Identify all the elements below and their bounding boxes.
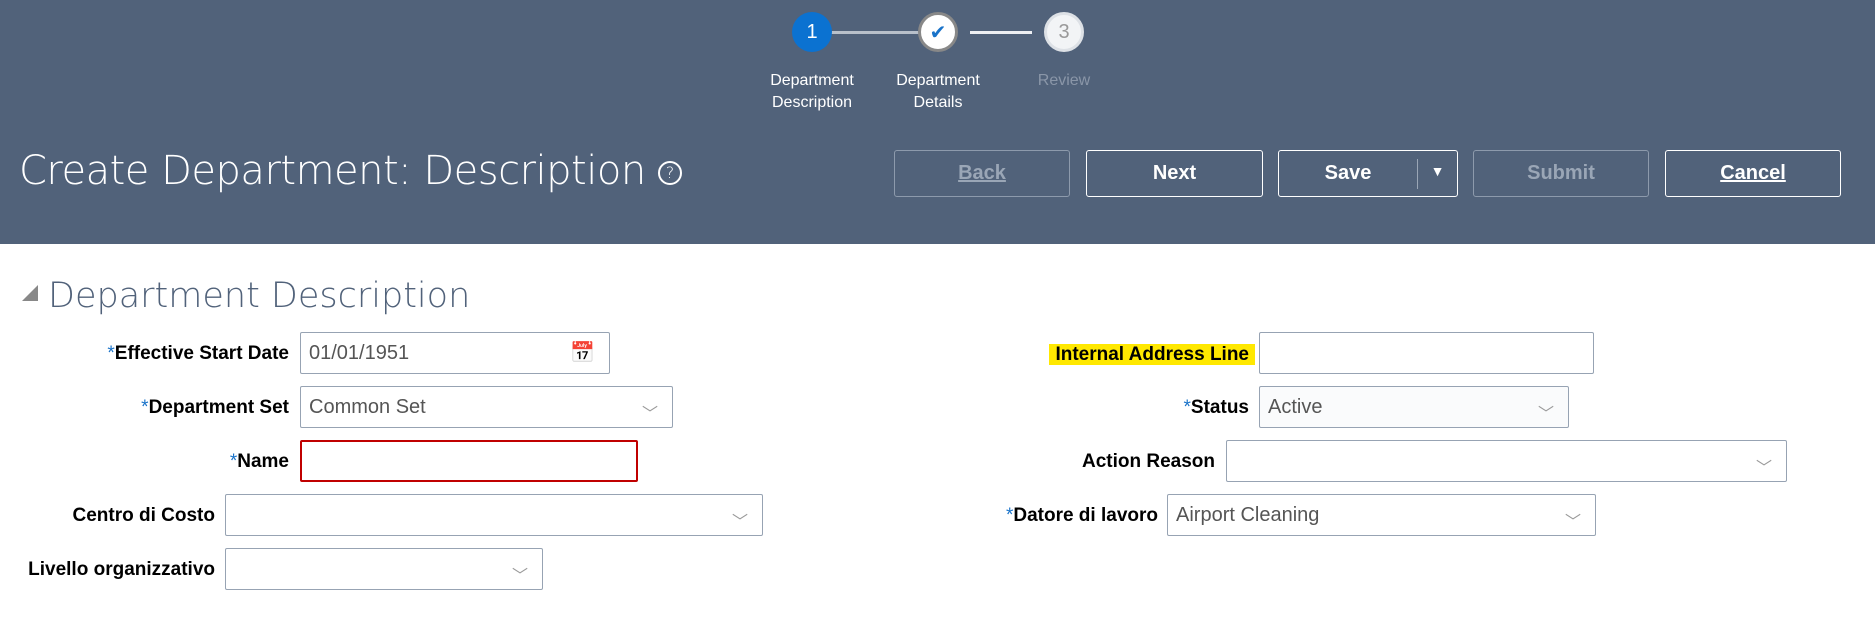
train-step-label[interactable]: Department Description — [752, 70, 872, 114]
chevron-down-icon: ﹀ — [1537, 406, 1554, 423]
save-split-button[interactable]: Save ▼ — [1278, 150, 1458, 197]
centro-di-costo-select[interactable]: ﹀ — [225, 494, 763, 536]
cancel-label: Cancel — [1720, 162, 1786, 184]
train-step-1[interactable]: 1 — [792, 12, 832, 52]
train-step-label: Review — [1037, 72, 1091, 89]
name-input[interactable] — [300, 440, 638, 482]
action-reason-select[interactable]: ﹀ — [1226, 440, 1787, 482]
datore-di-lavoro-select[interactable]: Airport Cleaning ﹀ — [1167, 494, 1596, 536]
internal-address-line-label: Internal Address Line — [1049, 335, 1255, 375]
internal-address-line-input[interactable] — [1259, 332, 1594, 374]
page-title-text: Create Department: Description — [19, 148, 646, 194]
section-title: Department Description — [48, 276, 471, 316]
back-label: Back — [958, 162, 1006, 184]
department-set-label: *Department Set — [141, 397, 289, 418]
train-connector — [830, 31, 922, 34]
chevron-down-icon: ﹀ — [641, 406, 658, 423]
train-step-2-check-icon[interactable]: ✔ — [918, 12, 958, 52]
save-menu-chevron-down-icon[interactable]: ▼ — [1417, 158, 1457, 189]
page-header: 1 ✔ 3 Department Description Department … — [0, 0, 1875, 244]
status-label: *Status — [1183, 397, 1249, 418]
name-label: *Name — [229, 451, 289, 472]
effective-start-date-input[interactable]: 01/01/1951 📅 — [300, 332, 610, 374]
chevron-down-icon: ﹀ — [1564, 514, 1581, 531]
collapse-triangle-icon[interactable] — [22, 285, 38, 301]
save-button[interactable]: Save — [1279, 162, 1417, 185]
chevron-down-icon: ﹀ — [511, 568, 528, 585]
calendar-icon[interactable]: 📅 — [570, 333, 595, 373]
cancel-button[interactable]: Cancel — [1665, 150, 1841, 197]
centro-di-costo-label: Centro di Costo — [72, 505, 216, 526]
livello-organizzativo-label: Livello organizzativo — [28, 559, 215, 580]
back-button[interactable]: Back — [894, 150, 1070, 197]
department-set-select[interactable]: Common Set ﹀ — [300, 386, 673, 428]
action-reason-label: Action Reason — [1081, 451, 1215, 472]
train-step-3[interactable]: 3 — [1044, 12, 1084, 52]
effective-start-date-label: *Effective Start Date — [107, 343, 289, 364]
train-connector — [970, 31, 1032, 34]
page-title: Create Department: Description? — [19, 148, 682, 194]
chevron-down-icon: ﹀ — [731, 514, 748, 531]
chevron-down-icon: ﹀ — [1755, 460, 1772, 477]
help-icon[interactable]: ? — [657, 161, 682, 185]
submit-button[interactable]: Submit — [1473, 150, 1649, 197]
status-select[interactable]: Active ﹀ — [1259, 386, 1569, 428]
section-header[interactable]: Department Description — [22, 276, 470, 316]
next-button[interactable]: Next — [1086, 150, 1263, 197]
datore-di-lavoro-label: *Datore di lavoro — [1005, 505, 1158, 526]
livello-organizzativo-select[interactable]: ﹀ — [225, 548, 543, 590]
train-step-label[interactable]: Department Details — [878, 70, 998, 114]
